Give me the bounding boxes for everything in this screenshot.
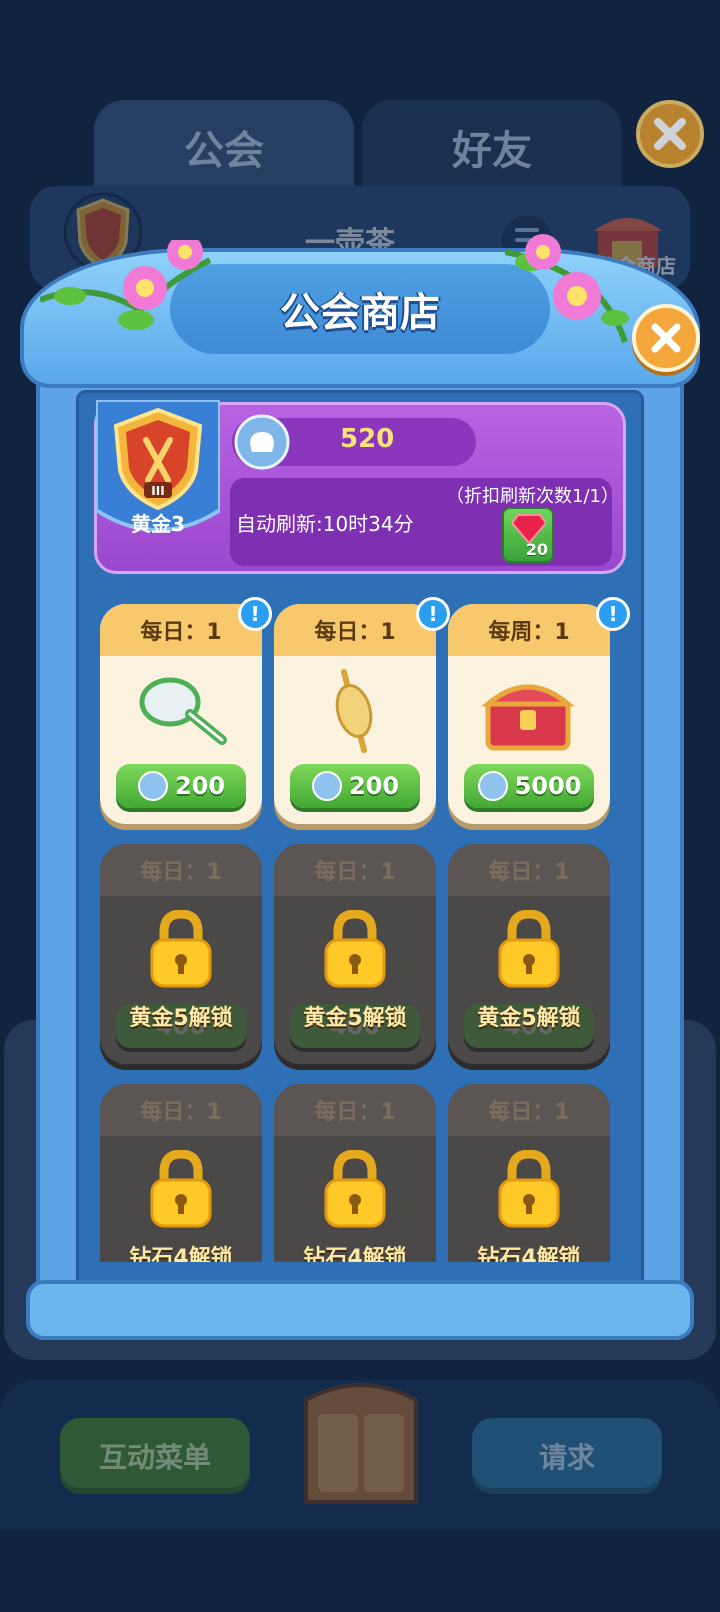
info-icon[interactable]: ! <box>416 597 450 631</box>
shop-item-card-locked[interactable]: 每日：1 400 黄金5解锁 <box>100 844 262 1064</box>
guild-coin-icon <box>234 414 290 470</box>
unlock-requirement: 钻石4解锁 <box>303 1246 407 1262</box>
purchase-limit: 每日：1 <box>274 604 436 656</box>
rolling-pin-icon <box>335 669 373 753</box>
shop-frame-base <box>26 1280 694 1340</box>
rank-numeral: III <box>151 484 164 498</box>
info-icon[interactable]: ! <box>596 597 630 631</box>
lock-icon <box>324 1150 386 1228</box>
ruby-gem-icon <box>512 514 546 543</box>
request-button[interactable]: 请求 <box>472 1418 662 1494</box>
purchase-limit: 每日：1 <box>448 844 610 896</box>
shop-title: 公会商店 <box>280 290 440 336</box>
shop-item-card-locked[interactable]: 每日：1 钻石4解锁 <box>274 1084 436 1262</box>
cabinet-icon[interactable] <box>296 1370 426 1512</box>
guild-coin-icon <box>137 771 168 801</box>
price: 200 <box>348 772 400 800</box>
flower-decoration-icon <box>40 240 212 330</box>
shop-item-card-locked[interactable]: 每日：1 400 黄金5解锁 <box>274 844 436 1064</box>
currency-amount: 520 <box>340 424 395 454</box>
shop-close-button[interactable] <box>632 304 700 372</box>
refresh-button[interactable]: 20 <box>502 507 554 563</box>
buy-button[interactable]: 200 <box>116 764 246 808</box>
lock-icon <box>498 1150 560 1228</box>
buy-button[interactable]: 200 <box>290 764 420 808</box>
unlock-requirement: 钻石4解锁 <box>477 1246 581 1262</box>
shop-item-card[interactable]: 每周：1 5000 <box>448 604 610 824</box>
purchase-limit: 每日：1 <box>448 1084 610 1136</box>
lock-icon <box>498 910 560 988</box>
lock-icon <box>324 910 386 988</box>
lock-icon <box>150 1150 212 1228</box>
purchase-limit: 每日：1 <box>100 1084 262 1136</box>
unlock-requirement: 钻石4解锁 <box>129 1246 233 1262</box>
shop-title-plate: 公会商店 <box>170 264 550 354</box>
close-icon <box>651 323 681 353</box>
price: 5000 <box>514 772 582 800</box>
shop-item-card-locked[interactable]: 每日：1 钻石4解锁 <box>448 1084 610 1262</box>
guild-coin-icon <box>477 771 508 801</box>
close-icon <box>654 118 686 150</box>
shop-item-grid: 每日：1 200 每日：1 200 每周：1 5000 每日：1 400 黄金5… <box>80 574 640 1262</box>
discount-refresh-count: （折扣刷新次数1/1） <box>446 486 619 507</box>
unlock-requirement: 黄金5解锁 <box>129 1006 233 1031</box>
purchase-limit: 每周：1 <box>448 604 610 656</box>
purchase-limit: 每日：1 <box>274 844 436 896</box>
purchase-limit: 每日：1 <box>100 844 262 896</box>
unlock-requirement: 黄金5解锁 <box>303 1006 407 1031</box>
interaction-menu-button[interactable]: 互动菜单 <box>60 1418 250 1494</box>
refresh-gem-cost: 20 <box>525 540 548 559</box>
shop-item-card[interactable]: 每日：1 200 <box>274 604 436 824</box>
shop-item-card[interactable]: 每日：1 200 <box>100 604 262 824</box>
tab-guild[interactable]: 公会 <box>94 100 354 200</box>
purchase-limit: 每日：1 <box>274 1084 436 1136</box>
tab-friends[interactable]: 好友 <box>362 100 622 200</box>
info-icon[interactable]: ! <box>238 597 272 631</box>
buy-button[interactable]: 5000 <box>464 764 594 808</box>
shop-item-card-locked[interactable]: 每日：1 钻石4解锁 <box>100 1084 262 1262</box>
shop-item-card-locked[interactable]: 每日：1 400 黄金5解锁 <box>448 844 610 1064</box>
unlock-requirement: 黄金5解锁 <box>477 1006 581 1031</box>
treasure-chest-icon <box>481 684 575 751</box>
flower-decoration-icon <box>505 234 629 343</box>
price: 200 <box>174 772 226 800</box>
lock-icon <box>150 910 212 988</box>
background-close-button[interactable] <box>636 100 704 168</box>
strainer-icon <box>139 677 227 745</box>
rank-label: 黄金3 <box>131 512 185 536</box>
auto-refresh-timer: 自动刷新:10时34分 <box>236 512 414 536</box>
guild-coin-icon <box>311 771 342 801</box>
